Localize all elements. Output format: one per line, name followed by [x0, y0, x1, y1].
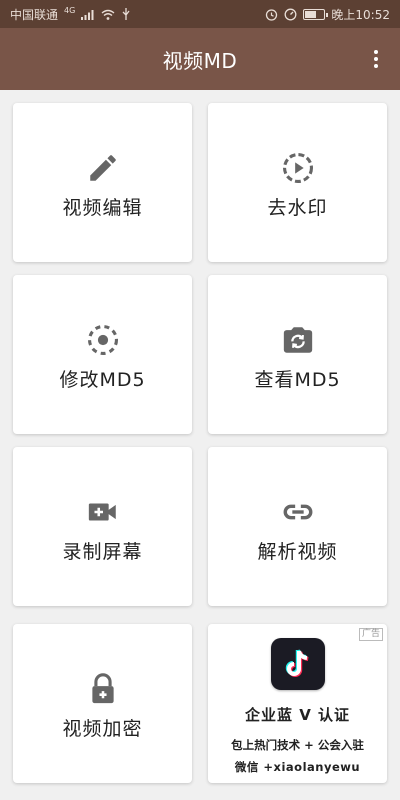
- status-right: 晚上10:52: [265, 6, 390, 23]
- feature-card-screen-record[interactable]: 录制屏幕: [13, 447, 192, 606]
- feature-card-video-encrypt[interactable]: 视频加密: [13, 624, 192, 783]
- ad-contact: 微信 +xiaolanyewu: [234, 760, 361, 774]
- feature-card-parse-video[interactable]: 解析视频: [208, 447, 387, 606]
- speedometer-icon: [284, 8, 297, 20]
- overflow-menu-button[interactable]: [364, 47, 388, 71]
- ad-headline: 企业蓝 V 认证: [244, 706, 351, 724]
- feature-label: 录制屏幕: [62, 541, 143, 563]
- feature-grid: 视频编辑 去水印 修改MD5 查看MD5 录制屏幕 解析视频 视频加密 广告 企…: [13, 103, 387, 783]
- tiktok-icon: [270, 638, 325, 690]
- feature-label: 去水印: [267, 197, 328, 219]
- status-left: 中国联通 4G: [10, 6, 131, 23]
- feature-label: 解析视频: [257, 541, 338, 563]
- link-icon: [283, 504, 312, 520]
- target-dashed-icon: [87, 324, 118, 356]
- ad-badge: 广告: [358, 628, 383, 641]
- wifi-icon: [101, 9, 115, 20]
- video-add-icon: [88, 503, 116, 521]
- signal-icon: [81, 9, 94, 20]
- feature-card-view-md5[interactable]: 查看MD5: [208, 275, 387, 434]
- feature-card-modify-md5[interactable]: 修改MD5: [13, 275, 192, 434]
- camera-switch-icon: [283, 327, 312, 353]
- carrier-label: 中国联通: [10, 7, 59, 22]
- battery-icon: [303, 8, 329, 20]
- ad-subline: 包上热门技术 + 公会入驻: [231, 738, 364, 752]
- more-vert-icon: [374, 50, 378, 54]
- app-bar: 视频MD: [0, 28, 400, 90]
- pencil-icon: [89, 155, 116, 181]
- status-bar: 中国联通 4G 晚上10:52: [0, 0, 400, 28]
- network-type-label: 4G: [64, 5, 76, 15]
- feature-card-video-edit[interactable]: 视频编辑: [13, 103, 192, 262]
- lock-icon: [91, 673, 114, 704]
- feature-label: 视频加密: [62, 718, 143, 740]
- play-circle-dashed-icon: [282, 152, 313, 184]
- feature-label: 查看MD5: [254, 369, 341, 391]
- page-title: 视频MD: [162, 48, 238, 73]
- feature-card-remove-watermark[interactable]: 去水印: [208, 103, 387, 262]
- feature-label: 视频编辑: [62, 197, 143, 219]
- ad-card[interactable]: 广告 企业蓝 V 认证 包上热门技术 + 公会入驻 微信 +xiaolanyew…: [208, 624, 387, 783]
- feature-label: 修改MD5: [59, 369, 146, 391]
- clock-label: 晚上10:52: [331, 7, 390, 22]
- alarm-icon: [266, 8, 278, 21]
- usb-icon: [122, 8, 130, 20]
